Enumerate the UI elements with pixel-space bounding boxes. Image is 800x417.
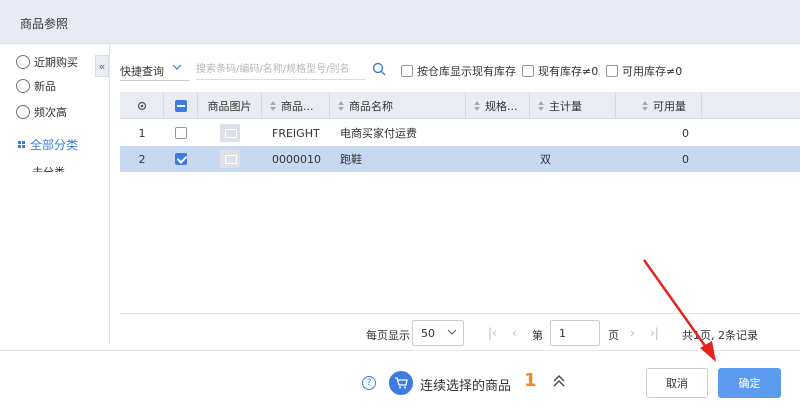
product-unit: 双: [540, 153, 551, 166]
table-row[interactable]: 2 0000010 跑鞋 双 0: [120, 146, 800, 172]
product-name: 跑鞋: [340, 153, 362, 166]
star-icon: [16, 105, 30, 119]
sort-icon: [642, 100, 649, 111]
sidebar-item-label: 近期购买: [34, 56, 78, 69]
page-number-input[interactable]: [550, 320, 600, 346]
sort-icon: [474, 100, 481, 111]
column-settings[interactable]: [120, 92, 164, 119]
row-index: 2: [138, 152, 146, 166]
sort-icon: [538, 100, 545, 111]
column-header-image: 商品图片: [198, 92, 262, 119]
filter-bar: 快捷查询 按仓库显示现有库存 现有库存≠0 可用库存≠0: [120, 58, 790, 82]
checkbox-label: 现有库存≠0: [538, 65, 599, 78]
prev-page-button[interactable]: ‹: [512, 326, 517, 340]
grid-icon: [18, 141, 25, 148]
checkbox-stock-nonzero[interactable]: 现有库存≠0: [522, 63, 598, 79]
pagination: 每页显示 50 |‹ ‹ 第 页 › ›| 共1页, 2条记录: [120, 318, 800, 348]
chevron-down-icon: [447, 329, 457, 335]
search-input[interactable]: [196, 60, 366, 80]
sidebar-category-label: 全部分类: [30, 138, 79, 152]
product-image-placeholder: [220, 150, 240, 168]
column-header-available[interactable]: 可用量: [616, 92, 702, 119]
help-icon[interactable]: ?: [362, 376, 376, 390]
double-chevron-left-icon[interactable]: «: [95, 55, 109, 77]
quick-query-select[interactable]: 快捷查询: [120, 63, 164, 79]
checkbox-label: 可用库存≠0: [622, 65, 683, 78]
row-index: 1: [138, 126, 146, 140]
product-code: 0000010: [272, 152, 321, 166]
table-header: 商品图片 商品... 商品名称 规格... 主计量 可用量: [120, 92, 800, 119]
column-header-spec[interactable]: 规格...: [466, 92, 530, 119]
sort-icon: [270, 100, 277, 111]
dialog-title: 商品参照: [20, 17, 69, 31]
sidebar-category-all[interactable]: 全部分类: [18, 136, 78, 153]
checkbox-box[interactable]: [606, 65, 618, 77]
per-page-label: 每页显示: [366, 329, 410, 342]
row-checkbox[interactable]: [175, 153, 187, 165]
sidebar-subcategory[interactable]: 未分类: [32, 164, 65, 172]
sidebar-item-new[interactable]: 新品: [16, 77, 56, 95]
dialog-footer: ? 连续选择的商品 1 取消 确定: [0, 350, 800, 417]
product-available: 0: [682, 126, 689, 140]
first-page-button[interactable]: |‹: [488, 326, 497, 340]
last-page-button[interactable]: ›|: [650, 326, 659, 340]
sidebar: 近期购买 新品 频次高 全部分类 未分类: [10, 44, 110, 344]
chevron-up-icon[interactable]: [552, 375, 566, 387]
checkbox-box[interactable]: [522, 65, 534, 77]
sidebar-item-recent[interactable]: 近期购买: [16, 53, 78, 71]
select-all-checkbox[interactable]: [164, 92, 198, 119]
continuous-select-label: 连续选择的商品: [420, 379, 512, 394]
checkbox-label: 按仓库显示现有库存: [417, 65, 516, 78]
product-image-placeholder: [220, 124, 240, 142]
new-icon: [16, 79, 30, 93]
sidebar-item-label: 新品: [34, 80, 56, 93]
checkbox-available-nonzero[interactable]: 可用库存≠0: [606, 63, 682, 79]
page-prefix-label: 第: [532, 329, 543, 342]
sidebar-item-frequent[interactable]: 频次高: [16, 103, 67, 121]
cancel-button[interactable]: 取消: [646, 368, 708, 398]
chevron-down-icon: [172, 64, 182, 70]
product-available: 0: [682, 152, 689, 166]
pager-summary: 共1页, 2条记录: [682, 329, 758, 342]
column-header-code[interactable]: 商品...: [262, 92, 330, 119]
page-size-select[interactable]: 50: [412, 320, 464, 346]
cart-icon[interactable]: [389, 371, 413, 395]
checkbox-show-by-warehouse[interactable]: 按仓库显示现有库存: [401, 63, 516, 79]
page-suffix-label: 页: [608, 329, 619, 342]
confirm-button[interactable]: 确定: [718, 368, 781, 398]
column-header-name[interactable]: 商品名称: [330, 92, 466, 119]
gear-icon[interactable]: [136, 100, 148, 112]
product-table: 商品图片 商品... 商品名称 规格... 主计量 可用量 1 FREIGHT …: [120, 92, 800, 314]
product-name: 电商买家付运费: [340, 127, 417, 140]
sidebar-item-label: 频次高: [34, 106, 67, 119]
selected-count: 1: [524, 370, 537, 391]
checkbox-indeterminate[interactable]: [174, 99, 187, 112]
next-page-button[interactable]: ›: [630, 326, 635, 340]
checkbox-box[interactable]: [401, 65, 413, 77]
sort-icon: [338, 100, 345, 111]
bag-icon: [16, 55, 30, 69]
product-code: FREIGHT: [272, 126, 320, 140]
table-row[interactable]: 1 FREIGHT 电商买家付运费 0: [120, 120, 800, 146]
dialog-titlebar: 商品参照: [0, 0, 800, 44]
search-icon[interactable]: [372, 62, 386, 76]
column-header-unit[interactable]: 主计量: [530, 92, 616, 119]
page-size-value: 50: [421, 326, 435, 340]
row-checkbox[interactable]: [175, 127, 187, 139]
